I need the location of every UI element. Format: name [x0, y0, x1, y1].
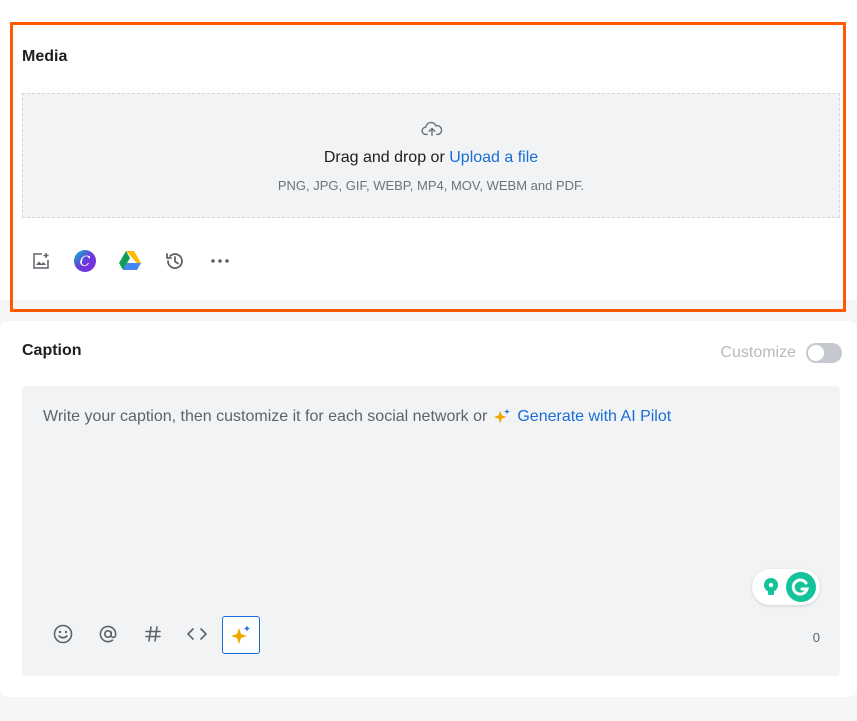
character-count: 0: [812, 630, 820, 645]
ai-sparkle-icon: [231, 625, 250, 644]
code-button[interactable]: [184, 621, 210, 647]
customize-toggle[interactable]: [806, 343, 842, 363]
add-image-button[interactable]: [28, 248, 54, 274]
customize-control[interactable]: Customize: [720, 343, 842, 363]
more-icon: [211, 259, 229, 263]
caption-placeholder-text: Write your caption, then customize it fo…: [43, 408, 488, 425]
canva-button[interactable]: C: [72, 248, 98, 274]
media-title: Media: [22, 48, 68, 65]
hashtag-button[interactable]: [140, 621, 166, 647]
upload-file-link[interactable]: Upload a file: [449, 149, 538, 166]
canva-icon: C: [74, 250, 96, 272]
lightbulb-icon: [764, 578, 778, 595]
media-dropzone[interactable]: Drag and drop or Upload a file PNG, JPG,…: [22, 93, 840, 218]
toggle-knob: [808, 345, 824, 361]
cloud-upload-icon: [421, 121, 443, 137]
caption-section: Caption Customize Write your caption, th…: [0, 321, 857, 697]
history-icon: [166, 253, 183, 269]
customize-label: Customize: [720, 344, 796, 361]
google-drive-button[interactable]: [117, 248, 143, 274]
ai-pilot-button[interactable]: [222, 616, 260, 654]
sparkle-icon: [494, 408, 510, 424]
google-drive-icon: [119, 251, 141, 270]
grammarly-icon[interactable]: [786, 572, 816, 602]
caption-editor[interactable]: Write your caption, then customize it fo…: [22, 386, 840, 676]
add-image-icon: [33, 253, 49, 269]
grammarly-widget[interactable]: [752, 569, 820, 605]
emoji-button[interactable]: [50, 621, 76, 647]
more-options-button[interactable]: [207, 248, 233, 274]
mention-button[interactable]: [95, 621, 121, 647]
caption-title: Caption: [22, 342, 82, 359]
generate-ai-link[interactable]: Generate with AI Pilot: [517, 408, 671, 426]
media-section: Media Drag and drop or Upload a file PNG…: [0, 0, 857, 300]
supported-formats: PNG, JPG, GIF, WEBP, MP4, MOV, WEBM and …: [277, 178, 585, 193]
drop-text: Drag and drop or: [323, 149, 445, 166]
history-button[interactable]: [162, 248, 188, 274]
emoji-icon: [53, 624, 73, 644]
svg-text:C: C: [80, 254, 91, 270]
hashtag-icon: [145, 626, 161, 642]
caption-placeholder: Write your caption, then customize it fo…: [43, 408, 671, 426]
code-icon: [187, 628, 207, 640]
drop-text-line: Drag and drop or Upload a file: [23, 149, 839, 167]
mention-icon: [99, 625, 117, 643]
